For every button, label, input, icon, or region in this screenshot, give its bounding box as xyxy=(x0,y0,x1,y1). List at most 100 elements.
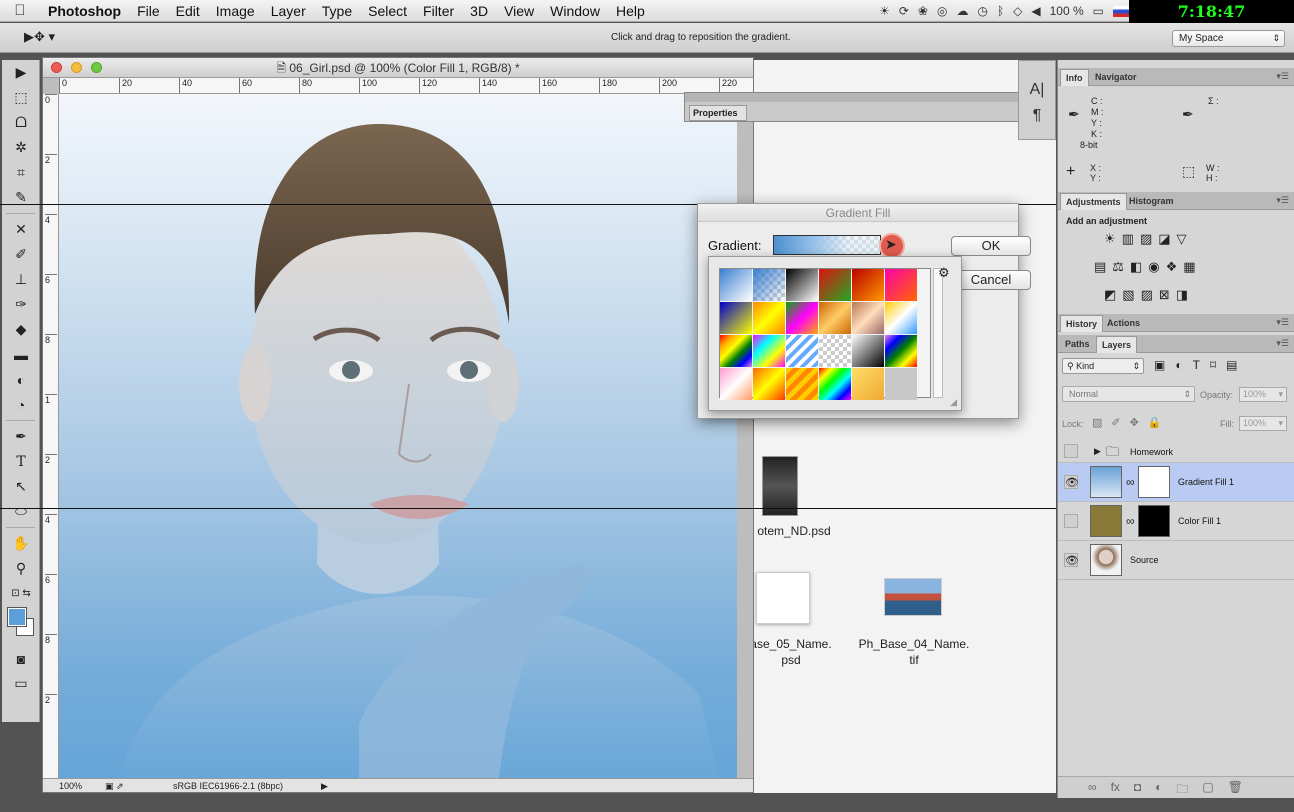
layer-name[interactable]: Gradient Fill 1 xyxy=(1178,477,1234,487)
gradient-swatch[interactable] xyxy=(885,269,917,301)
marquee-tool-icon[interactable]: ⬚ xyxy=(2,85,40,110)
wifi-icon[interactable]: ◇ xyxy=(1013,4,1022,18)
dodge-tool-icon[interactable]: ◔ xyxy=(2,392,40,417)
ok-button[interactable]: OK xyxy=(951,236,1031,256)
gradient-swatch[interactable] xyxy=(819,368,851,400)
new-adjustment-icon[interactable]: ◐ xyxy=(1155,780,1162,801)
gradient-layer-thumb[interactable] xyxy=(1090,466,1122,498)
gradient-swatch[interactable] xyxy=(819,269,851,301)
gradient-swatch[interactable] xyxy=(819,335,851,367)
cloud-icon[interactable]: ☁ xyxy=(956,4,968,18)
threshold-adjust-icon[interactable]: ▨ xyxy=(1141,287,1153,303)
lock-transparency-icon[interactable]: ▨ xyxy=(1092,416,1102,429)
lock-pixels-icon[interactable]: ✐ xyxy=(1111,416,1120,429)
history-brush-tool-icon[interactable]: ✑ xyxy=(2,292,40,317)
evernote-icon[interactable]: ❀ xyxy=(918,4,928,18)
balance-adjust-icon[interactable]: ⚖ xyxy=(1112,259,1124,275)
color-profile[interactable]: sRGB IEC61966-2.1 (8bpc) xyxy=(173,779,283,793)
gradient-swatch[interactable] xyxy=(720,335,752,367)
menu-edit[interactable]: Edit xyxy=(168,3,208,19)
gradient-preview[interactable] xyxy=(773,235,881,255)
gradient-swatch[interactable] xyxy=(720,269,752,301)
layer-row-selected[interactable]: 👁 ∞ Gradient Fill 1 xyxy=(1058,463,1294,502)
ellipse-tool-icon[interactable]: ⬭ xyxy=(2,499,40,524)
posterize-adjust-icon[interactable]: ▧ xyxy=(1122,287,1134,303)
gradient-swatch[interactable] xyxy=(885,368,917,400)
menu-help[interactable]: Help xyxy=(608,3,653,19)
creative-cloud-icon[interactable]: ◎ xyxy=(937,4,947,18)
character-panel-icon[interactable]: A| xyxy=(1019,77,1055,103)
gradient-swatch[interactable] xyxy=(753,302,785,334)
layer-mask-thumb[interactable] xyxy=(1138,466,1170,498)
tab-histogram[interactable]: Histogram xyxy=(1124,193,1179,210)
vertical-ruler[interactable]: 0 2 4 6 8 1 2 4 6 8 2 xyxy=(43,94,59,778)
menu-3d[interactable]: 3D xyxy=(462,3,496,19)
tab-paths[interactable]: Paths xyxy=(1060,336,1095,353)
panel-menu-icon[interactable]: ▾☰ xyxy=(1276,71,1289,82)
workspace-select[interactable]: My Space ⇕ xyxy=(1172,30,1285,47)
menu-window[interactable]: Window xyxy=(542,3,608,19)
screen-mode-icon[interactable]: ▭ xyxy=(2,671,40,696)
gear-icon[interactable]: ⚙ xyxy=(938,265,950,281)
layer-name[interactable]: Color Fill 1 xyxy=(1178,516,1221,526)
gradient-swatch[interactable] xyxy=(753,368,785,400)
zoom-button[interactable] xyxy=(91,62,102,73)
gradient-swatch[interactable] xyxy=(753,269,785,301)
gradient-swatch[interactable] xyxy=(720,302,752,334)
gradient-swatch[interactable] xyxy=(852,269,884,301)
pen-tool-icon[interactable]: ✒ xyxy=(2,424,40,449)
gradient-swatch[interactable] xyxy=(852,335,884,367)
gradient-swatch[interactable] xyxy=(720,368,752,400)
panel-menu-icon[interactable]: ▾☰ xyxy=(1276,338,1289,349)
gradient-swatch[interactable] xyxy=(819,302,851,334)
blur-tool-icon[interactable]: ◐ xyxy=(2,367,40,392)
foreground-color-swatch[interactable] xyxy=(7,607,27,627)
menu-type[interactable]: Type xyxy=(314,3,360,19)
tab-properties[interactable]: Properties xyxy=(689,105,747,121)
selective-color-icon[interactable]: ⊠ xyxy=(1159,287,1170,303)
file-thumb[interactable] xyxy=(756,572,810,624)
file-thumb[interactable] xyxy=(762,456,798,516)
panel-menu-icon[interactable]: ▾☰ xyxy=(1276,195,1289,206)
menu-image[interactable]: Image xyxy=(208,3,263,19)
color-lookup-icon[interactable]: ▦ xyxy=(1183,259,1195,275)
layer-mask-thumb[interactable] xyxy=(1138,505,1170,537)
horizontal-guide[interactable] xyxy=(0,508,1056,509)
expand-arrow-icon[interactable]: ▶ xyxy=(1094,446,1101,457)
path-select-tool-icon[interactable]: ↖ xyxy=(2,474,40,499)
link-layers-icon[interactable]: ∞ xyxy=(1088,780,1097,801)
menu-filter[interactable]: Filter xyxy=(415,3,462,19)
file-name[interactable]: otem_ND.psd xyxy=(754,523,834,539)
status-icon[interactable]: ▣ ⇗ xyxy=(105,779,124,793)
status-arrow-icon[interactable]: ▶ xyxy=(321,779,328,793)
minimize-button[interactable] xyxy=(71,62,82,73)
source-layer-thumb[interactable] xyxy=(1090,544,1122,576)
visibility-toggle[interactable]: 👁 xyxy=(1064,475,1079,489)
move-tool-icon[interactable]: ▶✥ ▾ xyxy=(24,29,55,45)
visibility-toggle[interactable] xyxy=(1064,514,1078,528)
stamp-tool-icon[interactable]: ⊥ xyxy=(2,267,40,292)
tab-info[interactable]: Info xyxy=(1060,69,1089,86)
lock-all-icon[interactable]: 🔒 xyxy=(1148,416,1162,429)
tab-history[interactable]: History xyxy=(1060,315,1104,332)
layer-filter-select[interactable]: ⚲ Kind ⇕ xyxy=(1062,358,1144,374)
close-button[interactable] xyxy=(51,62,62,73)
layer-row[interactable]: ∞ Color Fill 1 xyxy=(1058,502,1294,541)
filter-type-icon[interactable]: T xyxy=(1193,358,1200,372)
exposure-adjust-icon[interactable]: ◪ xyxy=(1158,231,1170,247)
opacity-field[interactable]: 100% ▾ xyxy=(1239,387,1287,402)
document-titlebar[interactable]: 🗎 06_Girl.psd @ 100% (Color Fill 1, RGB/… xyxy=(43,58,753,78)
brightness-adjust-icon[interactable]: ☀ xyxy=(1104,231,1116,247)
filter-adjust-icon[interactable]: ◐ xyxy=(1175,358,1182,372)
horizontal-ruler[interactable]: 0 20 40 60 80 100 120 140 160 180 200 220 xyxy=(59,78,753,94)
levels-adjust-icon[interactable]: ▥ xyxy=(1122,231,1134,247)
gradient-swatch[interactable] xyxy=(786,269,818,301)
gradient-swatch[interactable] xyxy=(852,302,884,334)
eraser-tool-icon[interactable]: ◆ xyxy=(2,317,40,342)
layer-row[interactable]: 👁 Source xyxy=(1058,541,1294,580)
volume-icon[interactable]: ◀ xyxy=(1031,4,1040,18)
crop-tool-icon[interactable]: ⌗ xyxy=(2,160,40,185)
gradient-swatch[interactable] xyxy=(753,335,785,367)
channel-mixer-icon[interactable]: ❖ xyxy=(1166,259,1178,275)
gradient-swatch[interactable] xyxy=(786,302,818,334)
